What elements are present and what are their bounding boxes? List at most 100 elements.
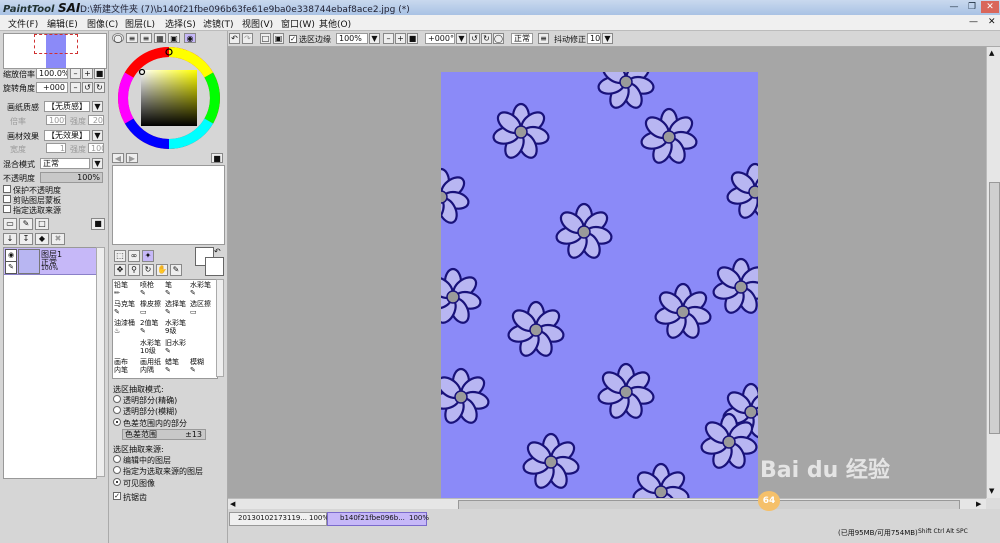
zoom-icon[interactable]: ⚲ (128, 264, 140, 276)
brush-effect-select[interactable]: 【无效果】 (44, 130, 90, 141)
brush-tool[interactable]: 笔 ✎ (164, 280, 188, 298)
watercolor-9-tool[interactable]: 水彩笔 9级 (164, 318, 188, 336)
merge-down-icon[interactable]: ↧ (19, 233, 33, 245)
select-pen-tool[interactable]: 选择笔 ✎ (164, 299, 188, 317)
blend-mode-dropdown-icon[interactable]: ▼ (92, 158, 103, 169)
layer-row[interactable]: ◉ ✎ 图层1 正常 100% (4, 248, 96, 275)
menu-view[interactable]: 视图(V) (242, 17, 273, 30)
watercolor-10-tool[interactable]: 水彩笔 10级 (139, 338, 163, 356)
undo-icon[interactable]: ↶ (229, 33, 240, 44)
binary-pen-tool[interactable]: 2值笔 ✎ (139, 318, 163, 336)
zoom-reset-button[interactable]: ■ (94, 68, 105, 79)
source-editing-layer-radio[interactable] (113, 455, 121, 463)
angle-combo-dropdown-icon[interactable]: ▼ (456, 33, 467, 44)
paper-strength-field[interactable]: 20 (88, 115, 104, 125)
toolbar-rotate-reset-icon[interactable]: ◯ (493, 33, 504, 44)
effect-width-field[interactable]: 1 (46, 143, 66, 153)
toolbar-rotate-left-icon[interactable]: ↺ (469, 33, 480, 44)
opacity-slider[interactable]: 100% (40, 172, 103, 183)
blend-mode-select[interactable]: 正常 (40, 158, 90, 169)
swatch-tab-icon[interactable]: ▦ (154, 33, 166, 43)
scroll-right-icon[interactable]: ▶ (976, 500, 981, 508)
minimize-icon[interactable]: — (945, 1, 963, 13)
magic-wand-icon[interactable]: ✦ (142, 250, 154, 262)
select-eraser-tool[interactable]: 选区擦 ▭ (189, 299, 213, 317)
zoom-combo-dropdown-icon[interactable]: ▼ (369, 33, 380, 44)
trash-icon[interactable]: ✖ (51, 233, 65, 245)
zoom-combo[interactable]: 100% (336, 33, 368, 44)
brush-effect-dropdown-icon[interactable]: ▼ (92, 130, 103, 141)
color-range-slider[interactable]: 色差范围 ±13 (122, 429, 206, 440)
scratchpad-area[interactable] (112, 165, 225, 245)
canvas-pen-tool[interactable]: 画布 内笔 (113, 357, 137, 375)
old-watercolor-tool[interactable]: 旧水彩 ✎ (164, 338, 188, 356)
paper-texture-select[interactable]: 【无质感】 (44, 101, 90, 112)
doc-minimize-icon[interactable]: — (969, 17, 978, 27)
new-vector-layer-icon[interactable]: ✎ (19, 218, 33, 230)
mode-color-range-radio[interactable] (113, 418, 121, 426)
airbrush-tool[interactable]: 喷枪 ✎ (139, 280, 163, 298)
view-mode-combo[interactable]: 正常 (511, 33, 533, 44)
scroll-up-icon[interactable]: ▲ (989, 49, 994, 57)
hsv-slider-tab-icon[interactable]: ≡ (140, 33, 152, 43)
bucket-tool[interactable]: 油漆桶 ♨ (113, 318, 137, 336)
doc-close-icon[interactable]: ✕ (988, 17, 996, 27)
selection-source-checkbox[interactable] (3, 205, 11, 213)
zoom-in-button[interactable]: + (82, 68, 93, 79)
menu-image[interactable]: 图像(C) (87, 17, 118, 30)
rotate-left-button[interactable]: – (70, 82, 81, 93)
rect-select-icon[interactable]: ⬚ (114, 250, 126, 262)
clipping-mask-checkbox[interactable] (3, 195, 11, 203)
rotate-left-icon[interactable]: ↺ (82, 82, 93, 93)
toolbar-zoom-reset-button[interactable]: ■ (407, 33, 418, 44)
toolbar-rotate-right-icon[interactable]: ↻ (481, 33, 492, 44)
mode-transparent-fuzzy-radio[interactable] (113, 406, 121, 414)
paper-texture-dropdown-icon[interactable]: ▼ (92, 101, 103, 112)
restore-icon[interactable]: ❐ (963, 1, 981, 13)
hand-icon[interactable]: ✋ (156, 264, 168, 276)
drawing-paper-tool[interactable]: 画用纸 内隅 (139, 357, 163, 375)
close-icon[interactable]: ✕ (981, 1, 999, 13)
menu-layer[interactable]: 图层(L) (125, 17, 155, 30)
menu-filter[interactable]: 滤镜(T) (203, 17, 234, 30)
marker-tool[interactable]: 马克笔 ✎ (113, 299, 137, 317)
clear-layer-icon[interactable]: ◆ (35, 233, 49, 245)
swatch-next-icon[interactable]: ▶ (126, 153, 138, 163)
watercolor-tool[interactable]: 水彩笔 ✎ (189, 280, 213, 298)
eyedropper-icon[interactable]: ✎ (170, 264, 182, 276)
background-color-swatch[interactable] (205, 257, 224, 276)
vertical-scroll-thumb[interactable] (989, 182, 1000, 434)
zoom-field[interactable]: 100.0% (36, 68, 68, 79)
rotate-view-icon[interactable]: ↻ (142, 264, 154, 276)
color-palette-tab-icon[interactable]: ◉ (184, 33, 196, 43)
source-designated-layer-radio[interactable] (113, 466, 121, 474)
scratchpad-tab-icon[interactable]: ▣ (168, 33, 180, 43)
menu-other[interactable]: 其他(O) (319, 17, 351, 30)
new-layer-icon[interactable]: ▭ (3, 218, 17, 230)
pencil-tool[interactable]: 铅笔 ✏ (113, 280, 137, 298)
invert-selection-icon[interactable]: ▣ (273, 33, 284, 44)
eraser-tool[interactable]: 橡皮擦 ▭ (139, 299, 163, 317)
blur-tool[interactable]: 模糊 ✎ (189, 357, 213, 375)
layer-list-scrollbar[interactable] (96, 247, 105, 477)
rotate-right-icon[interactable]: ↻ (94, 82, 105, 93)
move-icon[interactable]: ✥ (114, 264, 126, 276)
vertical-scrollbar[interactable]: ▲ ▼ (986, 47, 1000, 498)
swatch-prev-icon[interactable]: ◀ (112, 153, 124, 163)
deselect-icon[interactable]: □ (260, 33, 271, 44)
preserve-opacity-checkbox[interactable] (3, 185, 11, 193)
toolbar-zoom-out-button[interactable]: – (383, 33, 394, 44)
crayon-tool[interactable]: 蜡笔 ✎ (164, 357, 188, 375)
canvas-viewport[interactable] (228, 47, 986, 498)
document-tab-active[interactable]: b140f21fbe096b... 100% (327, 512, 429, 526)
stabilizer-dropdown-icon[interactable]: ▼ (602, 33, 613, 44)
color-wheel-tab-icon[interactable]: ◯ (112, 33, 124, 43)
document-tab[interactable]: 20130102173119... 100% (229, 512, 329, 526)
angle-combo[interactable]: +000° (425, 33, 455, 44)
navigator-preview[interactable] (3, 33, 107, 69)
flip-view-icon[interactable]: ≡ (538, 33, 549, 44)
delete-layer-icon[interactable]: ■ (91, 218, 105, 230)
lasso-icon[interactable]: ∞ (128, 250, 140, 262)
menu-edit[interactable]: 编辑(E) (47, 17, 78, 30)
stabilizer-field[interactable]: 10 (587, 33, 601, 44)
